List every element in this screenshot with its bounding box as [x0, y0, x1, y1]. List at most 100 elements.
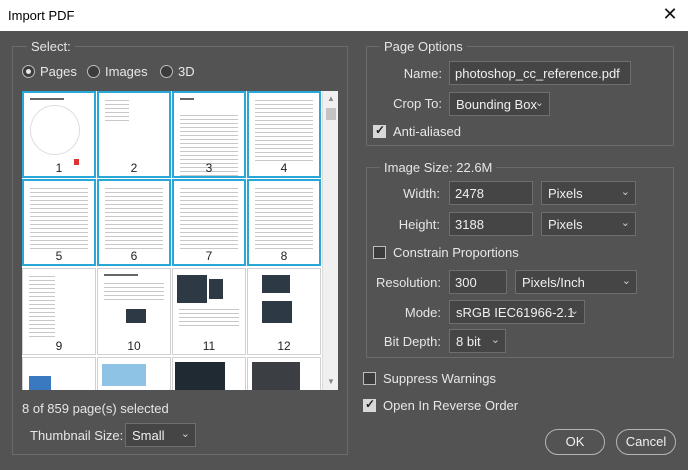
constrain-proportions-box[interactable] [373, 246, 386, 259]
chevron-down-icon: ⌄ [180, 428, 190, 440]
page-screenshot-image [29, 376, 51, 390]
page-thumbnail[interactable]: 6 [97, 179, 171, 266]
page-thumbnail[interactable]: 12 [247, 268, 321, 355]
page-screenshot-image [209, 279, 223, 299]
chevron-down-icon: ⌄ [620, 217, 630, 229]
chevron-down-icon: ⌄ [534, 97, 544, 109]
page-thumbnail[interactable]: 4 [247, 91, 321, 178]
page-thumbnail[interactable]: 3 [172, 91, 246, 179]
crop-to-select[interactable]: Bounding Box ⌄ [449, 92, 550, 116]
page-screenshot-image [175, 362, 225, 390]
page-thumbnail[interactable]: 9 [22, 268, 96, 355]
bit-depth-select[interactable]: 8 bit ⌄ [449, 329, 506, 353]
anti-aliased-label: Anti-aliased [393, 124, 461, 139]
page-options-legend: Page Options [380, 39, 467, 54]
scroll-up-icon[interactable]: ▲ [323, 91, 339, 107]
resolution-unit-value: Pixels/Inch [522, 275, 585, 290]
page-thumbnail[interactable] [247, 357, 321, 390]
reverse-order-checkbox[interactable]: Open In Reverse Order [363, 397, 519, 413]
page-text-lines [180, 188, 238, 252]
page-number: 10 [127, 339, 141, 353]
page-screenshot-image [252, 362, 300, 390]
chevron-down-icon: ⌄ [621, 275, 631, 287]
page-thumbnail[interactable]: 10 [97, 268, 171, 355]
page-text-lines [105, 188, 163, 252]
page-thumbnail[interactable] [22, 357, 96, 390]
page-thumbnail[interactable]: 8 [247, 179, 321, 266]
resolution-field[interactable]: 300 [449, 270, 507, 294]
page-thumbnail[interactable] [97, 357, 171, 390]
page-thumbnail[interactable]: 1 [22, 91, 96, 178]
resolution-label: Resolution: [375, 275, 441, 290]
page-thumbnail[interactable]: 2 [97, 91, 171, 178]
reverse-order-label: Open In Reverse Order [383, 398, 519, 413]
name-label: Name: [403, 66, 442, 81]
selection-status: 8 of 859 page(s) selected [22, 401, 169, 416]
thumbnail-size-select[interactable]: Small ⌄ [125, 423, 196, 447]
page-thumbnail[interactable]: 7 [172, 179, 246, 266]
width-label: Width: [403, 186, 440, 201]
chevron-down-icon: ⌄ [620, 186, 630, 198]
cancel-button[interactable]: Cancel [616, 429, 676, 455]
scroll-thumb[interactable] [326, 108, 336, 120]
page-number: 3 [205, 161, 213, 175]
radio-pages[interactable]: Pages [22, 64, 77, 79]
radio-3d-label: 3D [178, 64, 195, 79]
page-text-lines [29, 276, 55, 340]
page-number: 5 [55, 249, 63, 263]
height-label: Height: [398, 217, 440, 232]
page-number: 9 [55, 339, 63, 353]
radio-images-dot[interactable] [87, 65, 100, 78]
height-unit-select[interactable]: Pixels ⌄ [541, 212, 636, 236]
constrain-proportions-label: Constrain Proportions [393, 245, 519, 260]
page-thumbnail[interactable]: 11 [172, 268, 246, 355]
anti-aliased-box[interactable] [373, 123, 386, 138]
page-heading [104, 274, 138, 276]
constrain-proportions-checkbox[interactable]: Constrain Proportions [373, 245, 519, 260]
name-field[interactable]: photoshop_cc_reference.pdf [449, 61, 631, 85]
page-thumbnail-grid[interactable]: 1 2 3 4 5 6 7 8 9 10 11 12 [22, 91, 322, 390]
thumbnail-scrollbar[interactable]: ▲ ▼ [322, 91, 338, 390]
thumbnail-size-label: Thumbnail Size: [30, 428, 124, 443]
chevron-down-icon: ⌄ [569, 305, 579, 317]
page-number: 7 [205, 249, 213, 263]
radio-3d[interactable]: 3D [160, 64, 195, 79]
resolution-unit-select[interactable]: Pixels/Inch ⌄ [515, 270, 637, 294]
page-text-lines [255, 188, 313, 252]
bit-depth-label: Bit Depth: [383, 334, 441, 349]
width-field[interactable]: 2478 [449, 181, 533, 205]
select-legend: Select: [27, 39, 75, 54]
radio-pages-label: Pages [40, 64, 77, 79]
width-unit-value: Pixels [548, 186, 583, 201]
crop-to-label: Crop To: [393, 96, 442, 111]
scroll-down-icon[interactable]: ▼ [323, 374, 339, 390]
page-text-lines [104, 283, 164, 303]
radio-images-label: Images [105, 64, 148, 79]
page-number: 8 [280, 249, 288, 263]
height-unit-value: Pixels [548, 217, 583, 232]
page-number: 12 [277, 339, 291, 353]
radio-pages-dot[interactable] [22, 65, 35, 78]
crop-to-value: Bounding Box [456, 97, 537, 112]
page-heading [30, 98, 64, 100]
title-bar: Import PDF ✕ [0, 0, 688, 31]
reverse-order-box[interactable] [363, 397, 376, 412]
radio-images[interactable]: Images [87, 64, 148, 79]
height-field[interactable]: 3188 [449, 212, 533, 236]
anti-aliased-checkbox[interactable]: Anti-aliased [373, 123, 461, 139]
page-screenshot-image [262, 275, 290, 293]
page-number: 1 [55, 161, 63, 175]
width-unit-select[interactable]: Pixels ⌄ [541, 181, 636, 205]
page-screenshot-image [102, 364, 146, 386]
mode-select[interactable]: sRGB IEC61966-2.1 ⌄ [449, 300, 585, 324]
mode-value: sRGB IEC61966-2.1 [456, 305, 575, 320]
ok-button[interactable]: OK [545, 429, 605, 455]
suppress-warnings-box[interactable] [363, 372, 376, 385]
suppress-warnings-checkbox[interactable]: Suppress Warnings [363, 371, 496, 386]
page-thumbnail[interactable]: 5 [22, 179, 96, 266]
page-text-lines [30, 188, 88, 252]
radio-3d-dot[interactable] [160, 65, 173, 78]
close-icon[interactable]: ✕ [660, 4, 680, 24]
page-thumbnail[interactable] [172, 357, 246, 390]
page-screenshot-image [177, 275, 207, 303]
